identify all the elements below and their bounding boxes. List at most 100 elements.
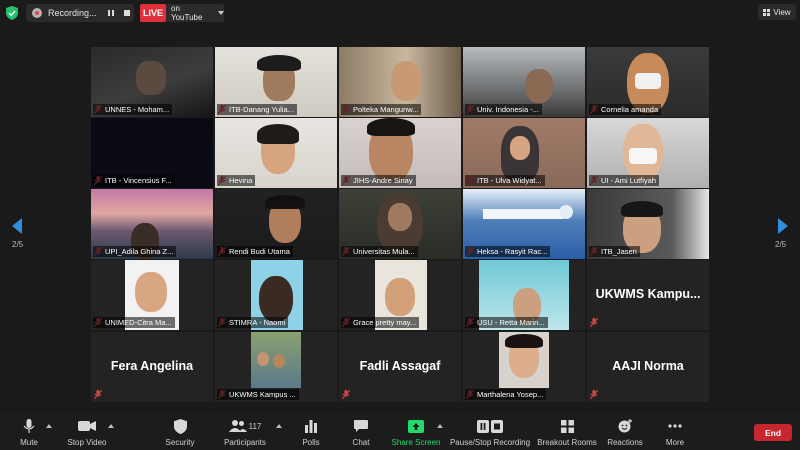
stream-destination-label: on YouTube [171, 4, 203, 22]
share-options-chevron-icon[interactable] [437, 424, 443, 428]
participant-silhouette [273, 354, 285, 368]
participant-tile[interactable]: UNNES - Moham... [91, 47, 213, 117]
view-button[interactable]: View [758, 4, 796, 20]
muted-mic-icon [94, 390, 102, 399]
participant-name: ITB - Ulva Widyat... [465, 175, 545, 186]
participant-silhouette [257, 352, 269, 366]
participant-tile[interactable]: UI - Ami Lutfiyah [587, 118, 709, 188]
participant-tile[interactable]: ITB_Jasen [587, 189, 709, 259]
participant-silhouette [135, 272, 167, 312]
chat-button[interactable]: Chat [348, 412, 374, 450]
security-shield-icon[interactable] [6, 6, 18, 20]
participant-name: ITB_Jasen [589, 246, 640, 257]
participant-tile[interactable]: Polteka Mangunw... [339, 47, 461, 117]
participant-hair [257, 55, 301, 71]
participant-display-name: AAJI Norma [612, 359, 684, 373]
share-screen-button[interactable]: Share Screen [392, 412, 440, 450]
participant-tile[interactable]: ITB - Ulva Widyat... [463, 118, 585, 188]
audio-options-chevron-icon[interactable] [46, 424, 52, 428]
participant-tile[interactable]: ITB - Vincensius F... [91, 118, 213, 188]
polls-button[interactable]: Polls [298, 412, 324, 450]
chat-bubble-icon [354, 419, 368, 432]
participant-hair [505, 334, 543, 348]
participant-hair [367, 118, 415, 136]
participant-name: JIHS-Andre Sinay [341, 175, 416, 186]
participant-tile[interactable]: Univ. Indonesia -... [463, 47, 585, 117]
reactions-button[interactable]: Reactions [606, 412, 644, 450]
mute-button[interactable]: Mute [14, 412, 44, 450]
participant-tile[interactable]: ITB-Danang Yulia... [215, 47, 337, 117]
previous-page-arrow-icon[interactable] [12, 218, 22, 234]
participant-face [510, 136, 530, 160]
participant-tile[interactable]: UKWMS Kampu... [587, 260, 709, 330]
participant-tile[interactable]: UNIMED-Citra Ma... [91, 260, 213, 330]
participant-name: Cornelia amanda [589, 104, 662, 115]
stop-recording-icon[interactable] [122, 8, 132, 18]
participant-name: Polteka Mangunw... [341, 104, 422, 115]
participants-icon [228, 420, 247, 432]
participant-hair [265, 195, 305, 209]
reactions-label: Reactions [607, 438, 643, 447]
pause-stop-recording-button[interactable]: Pause/Stop Recording [450, 412, 530, 450]
participants-count: 117 [248, 421, 262, 431]
breakout-rooms-button[interactable]: Breakout Rooms [537, 412, 597, 450]
participant-tile[interactable]: UPI_Adila Ghina Z... [91, 189, 213, 259]
polls-bar-icon [305, 419, 317, 433]
participants-button[interactable]: 117 Participants [222, 412, 268, 450]
live-badge: LIVE [140, 4, 166, 22]
participant-name: STIMRA - Naomi [217, 317, 289, 328]
face-mask [635, 73, 661, 89]
participant-tile[interactable]: Universitas Mula... [339, 189, 461, 259]
more-button[interactable]: More [662, 412, 688, 450]
participant-face [388, 203, 412, 231]
participant-silhouette [385, 278, 415, 316]
participants-options-chevron-icon[interactable] [276, 424, 282, 428]
video-camera-icon [78, 421, 96, 431]
participant-name: ITB-Danang Yulia... [217, 104, 297, 115]
participant-tile[interactable]: Grace pretty may... [339, 260, 461, 330]
stop-video-label: Stop Video [67, 438, 107, 447]
page-indicator-right: 2/5 [775, 240, 787, 249]
meeting-top-bar: Recording... LIVE on YouTube View [0, 0, 800, 26]
video-options-chevron-icon[interactable] [108, 424, 114, 428]
participant-silhouette [259, 276, 293, 322]
participant-name: UKWMS Kampus ... [217, 389, 299, 400]
participant-tile[interactable]: Cornelia amanda [587, 47, 709, 117]
participant-silhouette [136, 61, 166, 95]
breakout-rooms-label: Breakout Rooms [537, 438, 597, 447]
chat-label: Chat [352, 438, 370, 447]
participants-label: Participants [224, 438, 266, 447]
participant-tile[interactable]: Heksa - Rasyit Rac... [463, 189, 585, 259]
participant-name: Marthalena Yosep... [465, 389, 547, 400]
end-meeting-button[interactable]: End [754, 424, 792, 441]
participant-name: Univ. Indonesia -... [465, 104, 542, 115]
microphone-icon [23, 419, 35, 433]
participant-hair [621, 201, 663, 217]
participant-display-name: Fera Angelina [110, 359, 194, 373]
pause-recording-icon[interactable] [106, 8, 116, 18]
participant-name: UNIMED-Citra Ma... [93, 317, 175, 328]
virtual-background-balloon [559, 205, 573, 219]
participant-tile[interactable]: USU - Retta Marin... [463, 260, 585, 330]
participant-tile[interactable]: UKWMS Kampus ... [215, 332, 337, 402]
stop-video-button[interactable]: Stop Video [64, 412, 110, 450]
virtual-background-banner [483, 209, 563, 219]
participant-tile[interactable]: Hevina [215, 118, 337, 188]
participant-tile[interactable]: Fadli Assagaf [339, 332, 461, 402]
participant-name: ITB - Vincensius F... [93, 175, 175, 186]
participant-tile[interactable]: Marthalena Yosep... [463, 332, 585, 402]
participant-tile[interactable]: Rendi Budi Utama [215, 189, 337, 259]
participant-tile[interactable]: AAJI Norma [587, 332, 709, 402]
share-screen-label: Share Screen [391, 438, 441, 447]
participant-tile[interactable]: STIMRA - Naomi [215, 260, 337, 330]
participant-name: Grace pretty may... [341, 317, 420, 328]
next-page-arrow-icon[interactable] [778, 218, 788, 234]
participant-tile[interactable]: Fera Angelina [91, 332, 213, 402]
recording-indicator: Recording... [26, 4, 134, 22]
recording-label: Recording... [48, 8, 97, 18]
grid-view-icon [763, 8, 771, 16]
participant-name: Universitas Mula... [341, 246, 418, 257]
participant-tile[interactable]: JIHS-Andre Sinay [339, 118, 461, 188]
stream-destination-dropdown[interactable]: on YouTube [166, 4, 224, 22]
security-button[interactable]: Security [162, 412, 198, 450]
